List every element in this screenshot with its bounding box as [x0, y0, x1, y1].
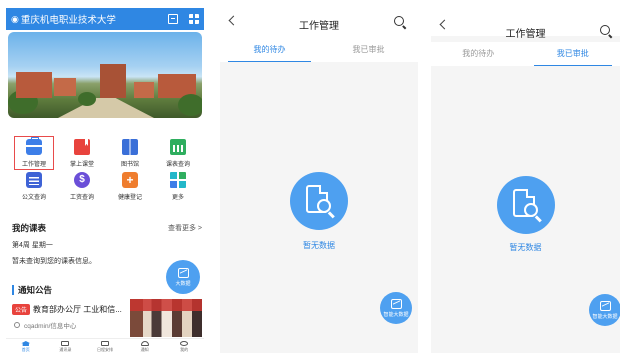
empty-state-text: 暂无数据 [303, 241, 335, 250]
app-label: 更多 [171, 195, 184, 201]
library-icon [122, 139, 138, 155]
chart-icon [599, 300, 611, 311]
notice-author: cqadmin/信息中心 [14, 320, 76, 330]
app-mobile-classroom[interactable]: 掌上课堂 [62, 139, 102, 168]
app-work-management[interactable]: 工作管理 [14, 136, 54, 170]
smart-data-fab[interactable]: 智能大数据 [589, 294, 620, 326]
schedule-empty-text: 暂未查询到您的课表信息。 [12, 258, 96, 265]
user-icon [14, 322, 20, 328]
notice-author-text: cqadmin/信息中心 [24, 323, 77, 330]
page-title: 工作管理 [505, 29, 546, 40]
app-timetable[interactable]: 课表查询 [158, 139, 198, 168]
notice-header: 通知公告 [12, 284, 52, 296]
fab-label: 智能大数据 [383, 311, 409, 318]
magnifier-icon [317, 199, 331, 213]
tab-approved[interactable]: 我已审批 [319, 36, 418, 62]
app-label: 工作管理 [21, 162, 46, 168]
app-label: 工资查询 [69, 195, 94, 201]
app-wage-query[interactable]: 工资查询 [62, 172, 102, 201]
qr-code-icon[interactable] [189, 14, 199, 24]
notice-tag: 公告 [12, 304, 31, 315]
app-library[interactable]: 图书馆 [110, 139, 150, 168]
home-header: ◉ 重庆机电职业技术大学 [6, 8, 204, 30]
page-title: 工作管理 [299, 21, 339, 32]
app-more[interactable]: 更多 [158, 172, 198, 201]
bottom-tab-bar: 首页 通讯录 日程安排 通知 我的 [6, 338, 204, 353]
campus-banner-image[interactable] [8, 32, 202, 118]
profile-icon [180, 341, 189, 346]
scan-icon[interactable] [168, 14, 178, 24]
tab-home[interactable]: 首页 [11, 339, 41, 353]
chart-icon [390, 298, 402, 309]
search-icon[interactable] [394, 16, 404, 26]
fab-label: 大数据 [175, 280, 191, 287]
tab-approved[interactable]: 我已审批 [526, 42, 620, 66]
app-label: 掌上课堂 [69, 162, 94, 168]
tab-my-todo[interactable]: 我的待办 [220, 36, 319, 62]
tab-my-todo[interactable]: 我的待办 [431, 42, 526, 66]
more-grid-icon [170, 172, 186, 188]
book-icon [74, 139, 90, 155]
health-icon [122, 172, 138, 188]
schedule-more-link[interactable]: 查看更多 > [168, 223, 202, 233]
nav-bar: 工作管理 [220, 8, 418, 36]
work-management-approved-screen: 工作管理 我的待办 我已审批 暂无数据 智能大数据 [431, 8, 620, 353]
work-tabs: 我的待办 我已审批 [220, 36, 418, 62]
app-label: 公文查询 [21, 195, 46, 201]
notice-item[interactable]: 公告 教育部办公厅 工业和信... [12, 304, 122, 315]
schedule-title: 我的课表 [12, 223, 47, 233]
calendar-icon [170, 139, 186, 155]
home-screen: ◉ 重庆机电职业技术大学 工作管理 掌上课堂 图书馆 课表查询 公文查询 $ 工… [6, 8, 204, 353]
tab-label: 通讯录 [59, 347, 72, 352]
notice-title: 通知公告 [18, 285, 53, 295]
schedule-week: 第4周 星期一 [12, 242, 53, 249]
magnifier-icon [523, 203, 538, 217]
briefcase-icon [26, 137, 42, 155]
bell-icon [140, 341, 149, 346]
work-tabs: 我的待办 我已审批 [431, 42, 620, 66]
search-icon[interactable] [600, 25, 610, 35]
tab-label: 首页 [21, 347, 30, 352]
nav-bar: 工作管理 [431, 8, 620, 40]
app-health-register[interactable]: 健康登记 [110, 172, 150, 201]
wage-icon [74, 172, 90, 188]
chart-icon [177, 267, 189, 278]
empty-state-illustration [290, 172, 348, 230]
notice-headline: 教育部办公厅 工业和信... [33, 305, 122, 314]
empty-state-text: 暂无数据 [509, 243, 542, 252]
fab-label: 智能大数据 [592, 313, 618, 320]
app-label: 图书馆 [120, 162, 139, 168]
contacts-icon [61, 341, 70, 346]
big-data-fab[interactable]: 大数据 [166, 260, 200, 294]
tab-contacts[interactable]: 通讯录 [50, 339, 80, 353]
tab-label: 日程安排 [96, 347, 113, 352]
empty-state-illustration [496, 176, 555, 234]
tab-notifications[interactable]: 通知 [130, 339, 160, 353]
smart-data-fab[interactable]: 智能大数据 [380, 292, 412, 324]
tab-me[interactable]: 我的 [169, 339, 199, 353]
tab-label: 通知 [140, 347, 149, 352]
school-name: 重庆机电职业技术大学 [20, 15, 116, 26]
app-document-query[interactable]: 公文查询 [14, 172, 54, 201]
section-bar [12, 285, 14, 295]
document-icon [26, 172, 42, 188]
schedule-header: 我的课表 查看更多 > [12, 222, 202, 234]
notice-thumbnail[interactable] [130, 299, 202, 337]
tab-schedule[interactable]: 日程安排 [90, 339, 120, 353]
work-management-todo-screen: 工作管理 我的待办 我已审批 暂无数据 智能大数据 [220, 8, 418, 353]
app-label: 课表查询 [165, 162, 190, 168]
home-icon [21, 341, 31, 346]
app-label: 健康登记 [117, 195, 142, 201]
tab-label: 我的 [180, 347, 189, 352]
calendar-tab-icon [100, 341, 109, 346]
location-pin-icon: ◉ [11, 13, 19, 24]
